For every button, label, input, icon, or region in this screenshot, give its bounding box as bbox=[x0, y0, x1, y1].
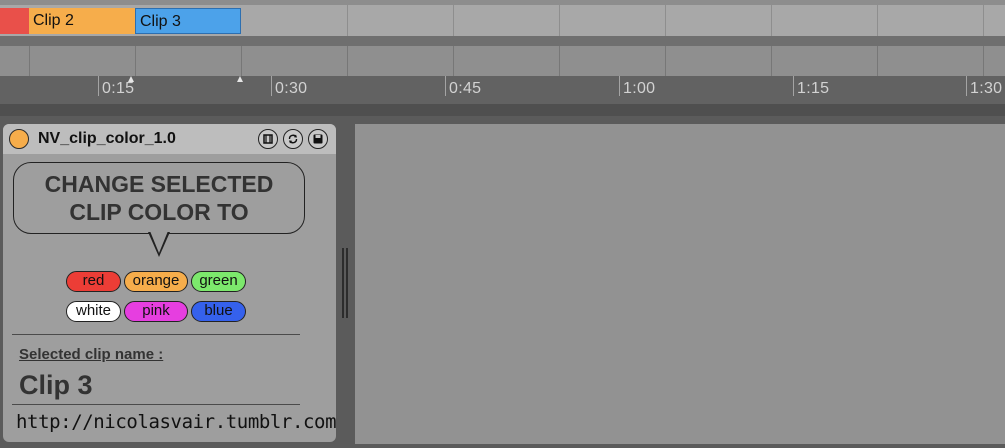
ruler-tick bbox=[98, 76, 99, 96]
color-button-pink[interactable]: pink bbox=[124, 301, 188, 322]
ruler-tick bbox=[271, 76, 272, 96]
selected-clip-label: Selected clip name : bbox=[19, 346, 164, 363]
ruler-label-1-15: 1:15 bbox=[797, 80, 830, 97]
grid-line bbox=[347, 5, 348, 36]
sync-icon[interactable] bbox=[283, 129, 303, 149]
grid-line bbox=[29, 46, 30, 76]
ruler-label-0-45: 0:45 bbox=[449, 80, 482, 97]
speech-bubble-tail-fill bbox=[150, 231, 168, 253]
grid-line bbox=[771, 46, 772, 76]
device-chain-empty-area[interactable] bbox=[355, 124, 1005, 444]
grid-line bbox=[241, 46, 242, 76]
clip-partial[interactable] bbox=[0, 8, 29, 34]
panel-resize-handle[interactable] bbox=[341, 248, 349, 318]
clip-2[interactable]: Clip 2 bbox=[29, 8, 135, 34]
grid-line bbox=[665, 46, 666, 76]
grid-line bbox=[453, 46, 454, 76]
instruction-line-2: CLIP COLOR TO bbox=[69, 199, 249, 225]
ruler-tick bbox=[793, 76, 794, 96]
loop-end-marker[interactable] bbox=[237, 76, 243, 82]
ruler-bottom-border bbox=[0, 104, 1005, 116]
selected-clip-name: Clip 3 bbox=[19, 370, 93, 400]
color-button-green[interactable]: green bbox=[191, 271, 246, 292]
lane-separator bbox=[0, 36, 1005, 46]
arrangement-track-lane[interactable]: Clip 2 Clip 3 bbox=[0, 0, 1005, 36]
instruction-line-1: CHANGE SELECTED bbox=[44, 171, 274, 197]
divider bbox=[12, 404, 300, 405]
grid-line bbox=[665, 5, 666, 36]
save-preset-icon[interactable] bbox=[308, 129, 328, 149]
grid-line bbox=[983, 46, 984, 76]
color-button-blue[interactable]: blue bbox=[191, 301, 246, 322]
ruler-label-1-00: 1:00 bbox=[623, 80, 656, 97]
clip-3-selected[interactable]: Clip 3 bbox=[135, 8, 241, 34]
grid-line bbox=[347, 46, 348, 76]
time-ruler[interactable]: 0:15 0:30 0:45 1:00 1:15 1:30 bbox=[0, 76, 1005, 104]
color-button-white[interactable]: white bbox=[66, 301, 121, 322]
hot-swap-icon[interactable] bbox=[258, 129, 278, 149]
ruler-tick bbox=[966, 76, 967, 96]
ruler-tick bbox=[445, 76, 446, 96]
ruler-label-1-30: 1:30 bbox=[970, 80, 1003, 97]
grid-line bbox=[135, 46, 136, 76]
instruction-speech-bubble: CHANGE SELECTED CLIP COLOR TO bbox=[13, 162, 305, 234]
grid-line bbox=[559, 46, 560, 76]
grid-line bbox=[559, 5, 560, 36]
color-button-orange[interactable]: orange bbox=[124, 271, 188, 292]
device-title-bar[interactable]: NV_clip_color_1.0 bbox=[3, 124, 336, 154]
grid-line bbox=[453, 5, 454, 36]
grid-line bbox=[877, 5, 878, 36]
ruler-label-0-15: 0:15 bbox=[102, 80, 135, 97]
lane-top-border bbox=[0, 0, 1005, 5]
divider bbox=[12, 334, 300, 335]
device-panel: NV_clip_color_1.0 CHANGE SELECTED CLIP C… bbox=[3, 124, 336, 442]
device-power-button[interactable] bbox=[9, 129, 29, 149]
ruler-tick bbox=[619, 76, 620, 96]
automation-lane[interactable] bbox=[0, 46, 1005, 76]
device-title: NV_clip_color_1.0 bbox=[38, 130, 176, 147]
grid-line bbox=[983, 5, 984, 36]
grid-line bbox=[771, 5, 772, 36]
grid-line bbox=[877, 46, 878, 76]
ruler-label-0-30: 0:30 bbox=[275, 80, 308, 97]
author-url-link[interactable]: http://nicolasvair.tumblr.com bbox=[16, 411, 336, 433]
color-button-red[interactable]: red bbox=[66, 271, 121, 292]
